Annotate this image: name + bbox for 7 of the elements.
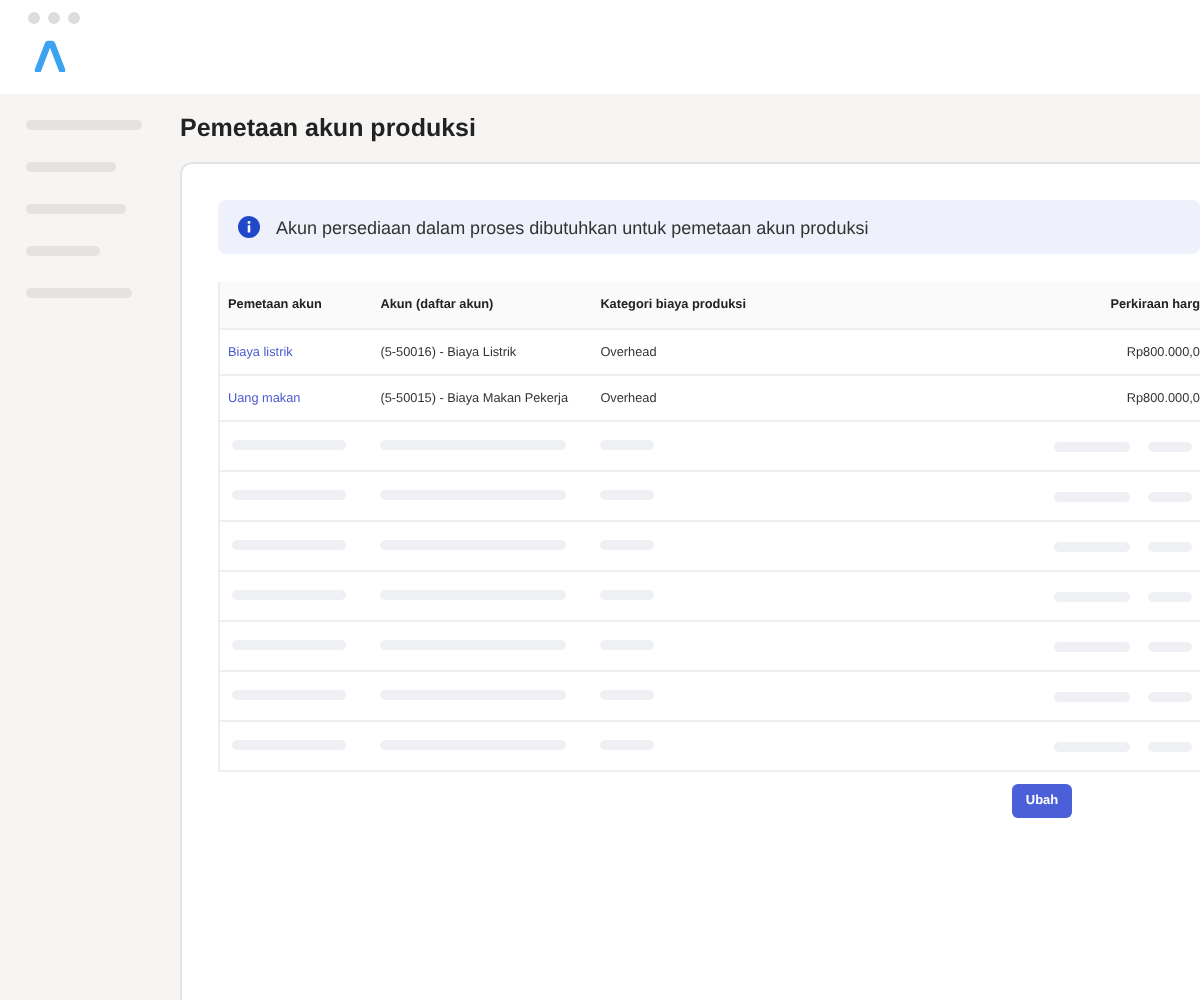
window-dot xyxy=(68,12,80,24)
window-dot xyxy=(28,12,40,24)
info-text: Akun persediaan dalam proses dibutuhkan untuk pemetaan akun produksi xyxy=(276,217,869,237)
info-icon xyxy=(238,216,260,238)
window-dot xyxy=(48,12,60,24)
page-title: Pemetaan akun produksi xyxy=(180,114,478,146)
logo-icon xyxy=(34,40,66,72)
